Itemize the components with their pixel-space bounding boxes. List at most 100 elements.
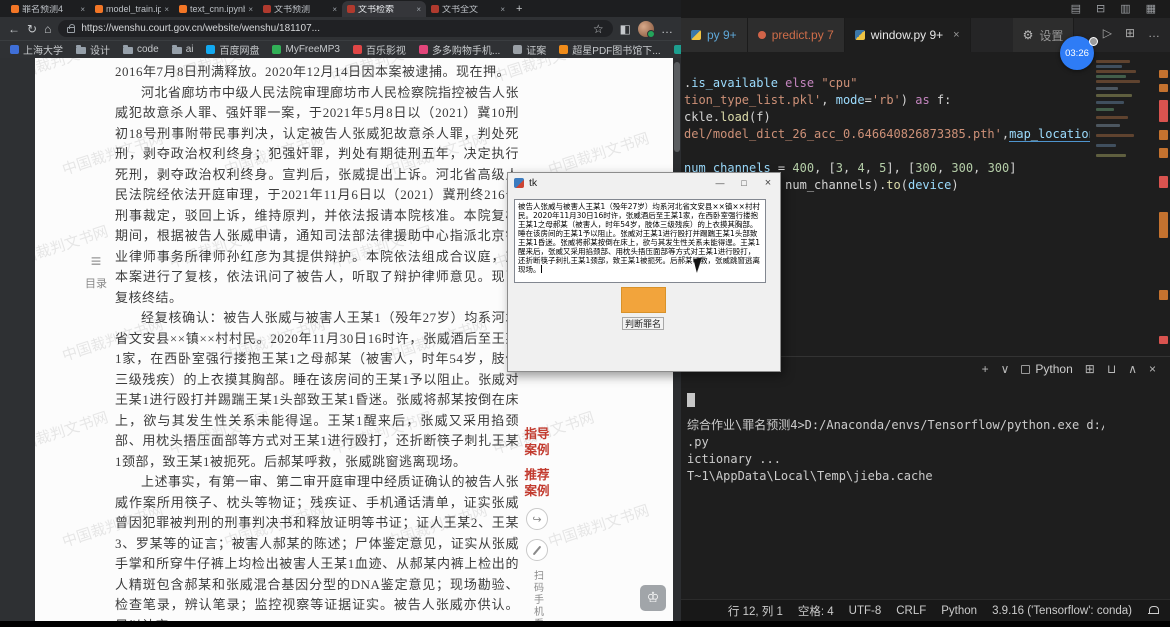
problem-marker	[1159, 212, 1168, 238]
favorite-star-icon[interactable]	[593, 23, 604, 35]
browser-tab[interactable]: model_train.ipynb	[90, 1, 174, 17]
new-terminal-icon[interactable]	[982, 362, 989, 376]
maximize-icon[interactable]	[732, 173, 756, 193]
screen: ▤ ⊟ ▥ ▦ py 9+ predict.py 7 window.py 9+	[0, 0, 1170, 627]
split-editor-icon[interactable]	[1125, 26, 1135, 40]
browser-menu-icon[interactable]	[661, 23, 673, 35]
close-tab-icon[interactable]	[416, 5, 421, 14]
statusbar-item[interactable]: CRLF	[896, 605, 926, 617]
close-panel-icon[interactable]	[1149, 362, 1156, 376]
editor-actions	[1103, 26, 1160, 40]
url-text: https://wenshu.court.gov.cn/website/wens…	[81, 23, 587, 34]
close-icon[interactable]	[756, 173, 780, 193]
close-tab-icon[interactable]	[953, 29, 959, 41]
tab-predict-py[interactable]: predict.py 7	[748, 18, 845, 52]
terminal-icon	[1021, 365, 1030, 374]
statusbar-item[interactable]: 空格: 4	[798, 603, 834, 619]
bookmark-label: code	[137, 44, 159, 55]
split-terminal-icon[interactable]	[1085, 362, 1095, 376]
new-tab-button[interactable]	[516, 3, 522, 15]
bookmark-label: 百乐影视	[366, 42, 406, 57]
tab-favicon	[347, 5, 355, 13]
close-tab-icon[interactable]	[164, 5, 169, 14]
bookmark-item[interactable]: 多多购物手机...	[419, 42, 500, 57]
case-text-input[interactable]: 被告人张威与被害人王某1（殁年27岁）均系河北省文安县××镇××村村民。2020…	[514, 199, 766, 283]
minimap[interactable]	[1094, 56, 1148, 346]
bookmark-label: MyFreeMP3	[285, 44, 339, 55]
toggle-sidebar-icon[interactable]: ▤	[1071, 2, 1081, 16]
watermark: 中国裁判文书网	[35, 406, 111, 458]
browser-tab[interactable]: 文书预测	[258, 1, 342, 17]
terminal-dropdown-icon[interactable]	[1001, 362, 1010, 376]
minimap-line	[1096, 87, 1118, 90]
notifications-bell-icon[interactable]	[1148, 606, 1158, 616]
refresh-button[interactable]	[27, 23, 37, 35]
dialog-titlebar[interactable]: tk	[508, 173, 780, 193]
browser-tab-label: model_train.ipynb	[106, 5, 161, 14]
close-tab-icon[interactable]	[500, 5, 505, 14]
terminal-line: T~1\AppData\Local\Temp\jieba.cache	[687, 468, 1104, 485]
recommend-cases-button[interactable]: 推荐案例	[523, 467, 551, 499]
recording-time: 03:26	[1065, 48, 1089, 59]
page-side-tools: 指导案例 推荐案例 扫码手机看	[520, 426, 554, 621]
statusbar-item[interactable]: Python	[941, 605, 977, 617]
bookmark-item[interactable]: 超星PDF图书馆下...	[559, 42, 660, 57]
browser-tab-label: 文书检索	[358, 5, 413, 14]
scrollbar-thumb[interactable]	[674, 62, 680, 152]
terminal-output[interactable]: 综合作业\罪名预测4>D:/Anaconda/envs/Tensorflow/p…	[681, 381, 1104, 599]
guide-cases-button[interactable]: 指导案例	[523, 426, 551, 458]
predict-button[interactable]	[621, 287, 666, 313]
minimap-line	[1096, 80, 1140, 83]
share-button[interactable]	[526, 508, 548, 530]
overview-ruler	[1156, 52, 1170, 356]
address-bar[interactable]: https://wenshu.court.gov.cn/website/wens…	[58, 20, 612, 37]
bookmark-item[interactable]: ai	[172, 44, 194, 55]
close-tab-icon[interactable]	[80, 5, 85, 14]
home-button[interactable]	[44, 23, 51, 35]
run-file-icon[interactable]	[1103, 26, 1112, 40]
correction-button[interactable]	[526, 539, 548, 561]
statusbar-item[interactable]: UTF-8	[849, 605, 882, 617]
scan-phone-button[interactable]: 扫码手机看	[530, 570, 545, 621]
bookmark-item[interactable]: 证案	[513, 42, 546, 57]
more-actions-icon[interactable]	[1148, 26, 1160, 40]
terminal-profile[interactable]: Python	[1021, 362, 1072, 376]
bookmark-item[interactable]: 百度网盘	[206, 42, 259, 57]
tab-py[interactable]: py 9+	[681, 18, 748, 52]
problem-marker	[1159, 84, 1168, 92]
bookmark-item[interactable]: code	[123, 44, 159, 55]
back-button[interactable]	[8, 23, 20, 35]
browser-tab[interactable]: 文书检索	[342, 1, 426, 17]
bookmark-item[interactable]: 百乐影视	[353, 42, 406, 57]
statusbar-item[interactable]: 行 12, 列 1	[728, 603, 783, 619]
toggle-secondary-sidebar-icon[interactable]: ▥	[1120, 2, 1130, 16]
kill-terminal-icon[interactable]	[1107, 362, 1116, 376]
assistant-button[interactable]	[640, 585, 666, 611]
minimize-icon[interactable]	[708, 173, 732, 193]
profile-avatar[interactable]	[638, 21, 654, 37]
text-caret	[541, 265, 542, 273]
toggle-panel-icon[interactable]: ⊟	[1096, 2, 1105, 16]
tab-window-py[interactable]: window.py 9+	[845, 18, 971, 52]
toc-button[interactable]: 目录	[85, 252, 107, 291]
terminal-cursor	[687, 393, 695, 407]
tab-favicon	[95, 5, 103, 13]
browser-sidebar-icon[interactable]	[620, 23, 631, 35]
browser-tab[interactable]: 罪名预测4	[6, 1, 90, 17]
maximize-panel-icon[interactable]	[1128, 362, 1137, 376]
browser-tab[interactable]: text_cnn.ipynb	[174, 1, 258, 17]
bookmark-item[interactable]: 上海大学	[10, 42, 63, 57]
close-tab-icon[interactable]	[332, 5, 337, 14]
browser-tab[interactable]: 文书全文	[426, 1, 510, 17]
recording-timer[interactable]: 03:26	[1060, 36, 1094, 70]
bookmark-label: 多多购物手机...	[432, 42, 500, 57]
bookmark-favicon	[272, 45, 281, 54]
bookmark-item[interactable]: MyFreeMP3	[272, 44, 339, 55]
bookmark-item[interactable]: 设计	[76, 42, 110, 57]
customize-layout-icon[interactable]: ▦	[1146, 2, 1156, 16]
statusbar-item[interactable]: 3.9.16 ('Tensorflow': conda)	[992, 605, 1132, 617]
close-tab-icon[interactable]	[248, 5, 253, 14]
bookmark-item[interactable]: iData知识检索	[674, 42, 681, 57]
code-line: del/model_dict_26_acc_0.646640826873385.…	[684, 126, 1090, 143]
browser-tab-label: text_cnn.ipynb	[190, 5, 245, 14]
